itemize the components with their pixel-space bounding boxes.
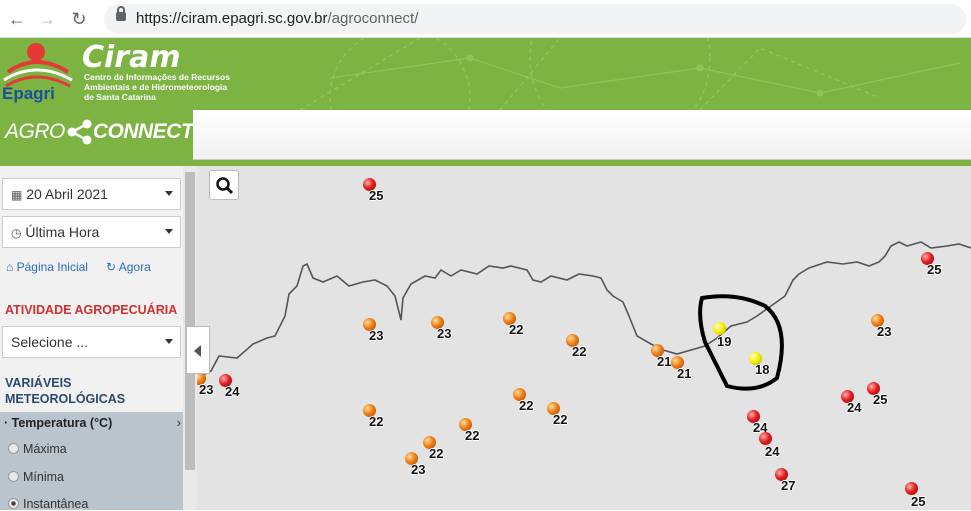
station-temperature-label: 25 (369, 188, 384, 203)
station-temperature-label: 22 (509, 322, 524, 337)
station-temperature-label: 21 (657, 354, 672, 369)
back-arrow-icon[interactable]: ← (6, 8, 28, 30)
search-icon (216, 177, 234, 195)
hand-drawn-circle (698, 294, 784, 391)
clock-icon: ◷ (11, 226, 22, 240)
station-temperature-label: 22 (519, 398, 534, 413)
station-temperature-label: 27 (781, 478, 796, 493)
site-banner: Epagri Ciram Centro de Informações de Re… (0, 38, 971, 110)
top-toolbar (193, 110, 971, 160)
activity-select[interactable]: Selecione ... (2, 326, 181, 358)
station-temperature-label: 24 (847, 400, 862, 415)
ciram-title: Ciram (82, 40, 181, 75)
station-temperature-label: 22 (572, 344, 587, 359)
station-temperature-label: 24 (765, 444, 780, 459)
chevron-down-icon (165, 229, 173, 234)
station-temperature-label: 23 (437, 326, 452, 341)
station-temperature-label: 24 (225, 384, 240, 399)
chevron-right-icon[interactable]: › (177, 415, 181, 430)
collapse-sidebar-button[interactable] (186, 326, 210, 374)
radio-minima[interactable]: Mínima (8, 470, 64, 484)
refresh-icon: ↻ (106, 260, 117, 274)
station-temperature-label: 25 (927, 262, 942, 277)
epagri-logo-text: Epagri (2, 84, 55, 103)
station-temperature-label: 22 (553, 412, 568, 427)
station-temperature-label: 21 (677, 366, 692, 381)
calendar-icon: ▦ (11, 188, 23, 202)
forward-arrow-icon[interactable]: → (36, 8, 58, 30)
radio-maxima[interactable]: Máxima (8, 442, 67, 456)
share-icon (67, 119, 92, 145)
now-link[interactable]: ↻ Agora (106, 260, 151, 274)
station-temperature-label: 19 (717, 334, 732, 349)
date-value: 20 Abril 2021 (26, 186, 108, 202)
vars-title: VARIÁVEIS METEOROLÓGICAS (5, 376, 126, 406)
map-view[interactable]: 25 25 23 23 22 22 21 21 19 18 23 23 24 22 22 22 22 22 23 23… (197, 166, 971, 510)
scrollbar-thumb[interactable] (185, 172, 195, 470)
search-button[interactable] (209, 170, 239, 200)
home-link[interactable]: ⌂ Página Inicial (6, 260, 88, 274)
activity-title: ATIVIDADE AGROPECUÁRIA (5, 303, 178, 317)
station-temperature-label: 23 (877, 324, 892, 339)
temperature-panel: · Temperatura (°C) › Máxima Mínima Insta… (0, 412, 183, 511)
url-text: https://ciram.epagri.sc.gov.br/agroconne… (136, 10, 419, 27)
browser-toolbar: ← → ↻ https://ciram.epagri.sc.gov.br/agr… (0, 0, 971, 38)
temperature-header[interactable]: · Temperatura (°C) (4, 416, 112, 430)
lock-icon (116, 6, 126, 21)
station-temperature-label: 23 (199, 382, 214, 397)
period-select[interactable]: ◷ Última Hora (2, 216, 181, 248)
agroconnect-logo[interactable]: AGRO CONNECT (5, 120, 194, 144)
address-bar[interactable]: https://ciram.epagri.sc.gov.br/agroconne… (104, 4, 966, 34)
ciram-subtitle: Centro de Informações de Recursos Ambien… (84, 72, 230, 102)
station-temperature-label: 22 (369, 414, 384, 429)
activity-select-value: Selecione ... (11, 334, 89, 350)
home-icon: ⌂ (6, 260, 14, 274)
station-temperature-label: 23 (369, 328, 384, 343)
agroconnect-bar: AGRO CONNECT (0, 110, 971, 170)
station-temperature-label: 22 (465, 428, 480, 443)
station-temperature-label: 22 (429, 446, 444, 461)
station-temperature-label: 18 (755, 362, 770, 377)
period-value: Última Hora (25, 224, 100, 240)
station-temperature-label: 25 (911, 494, 926, 509)
chevron-down-icon (165, 191, 173, 196)
station-temperature-label: 23 (411, 462, 426, 477)
chevron-down-icon (165, 339, 173, 344)
station-temperature-label: 25 (873, 392, 888, 407)
radio-instantanea[interactable]: Instantânea (8, 497, 88, 511)
date-select[interactable]: ▦ 20 Abril 2021 (2, 178, 181, 210)
reload-icon[interactable]: ↻ (68, 8, 90, 30)
border-line (197, 241, 971, 391)
